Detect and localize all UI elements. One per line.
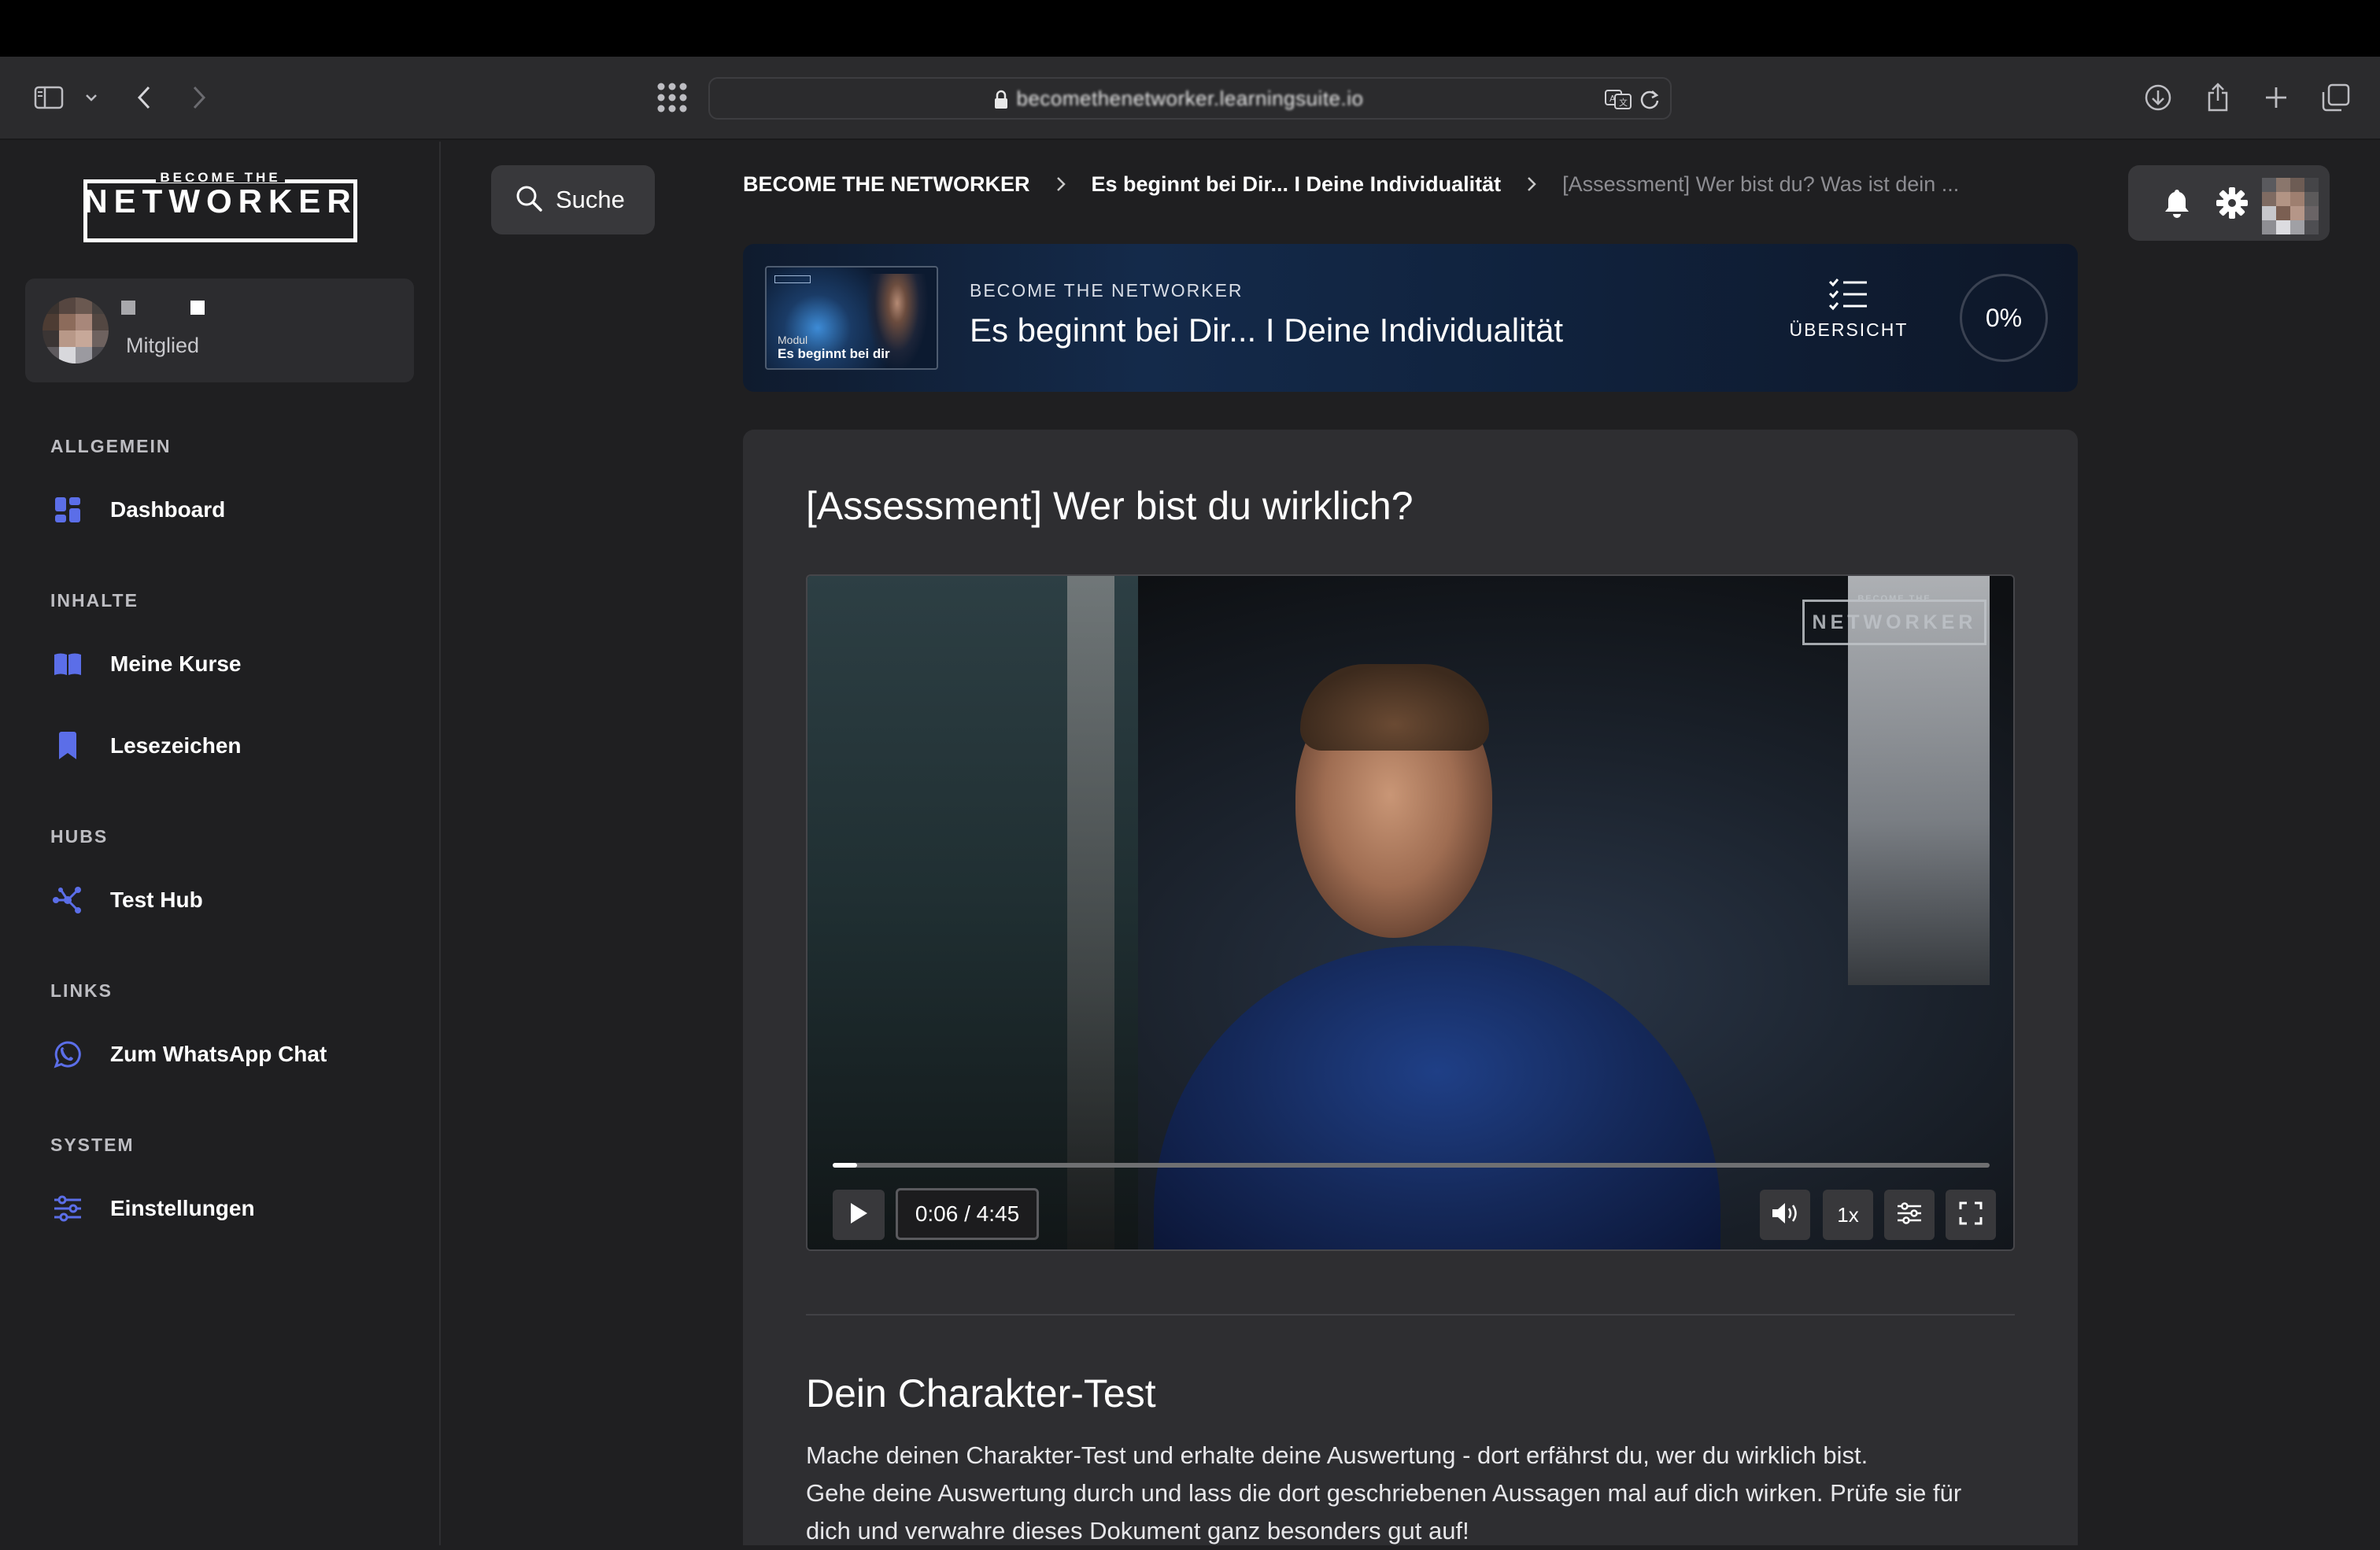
search-icon [515,184,543,216]
video-settings-button[interactable] [1884,1190,1935,1240]
sidebar-item-lesezeichen[interactable]: Lesezeichen [50,722,412,769]
nav-section-hubs: HUBS [50,826,109,847]
video-seek-bar[interactable] [833,1163,1990,1168]
course-thumbnail: Modul Es beginnt bei dir [765,266,938,370]
chevron-right-icon [1055,175,1066,193]
downloads-icon[interactable] [2141,74,2175,121]
course-banner[interactable]: Modul Es beginnt bei dir BECOME THE NETW… [743,244,2078,392]
playback-speed-label: 1x [1837,1202,1859,1227]
thumbnail-logo [774,275,811,283]
playback-speed-button[interactable]: 1x [1823,1190,1873,1240]
avatar [42,297,109,364]
volume-button[interactable] [1760,1190,1810,1240]
back-icon[interactable] [132,74,156,121]
user-role: Mitglied [126,334,200,357]
overview-label: ÜBERSICHT [1789,319,1909,340]
play-icon [848,1201,869,1229]
nav-section-allgemein: ALLGEMEIN [50,436,172,456]
user-name-redacted [121,301,205,315]
checklist-icon [1782,277,1916,312]
sliders-icon [50,1191,85,1226]
breadcrumb-module[interactable]: Es beginnt bei Dir... I Deine Individual… [1092,172,1502,197]
dashboard-icon [50,493,85,527]
breadcrumb-lesson: [Assessment] Wer bist du? Was ist dein .… [1562,172,1960,196]
reload-icon[interactable] [1639,88,1661,114]
search-button[interactable]: Suche [491,165,655,234]
sidebar-item-dashboard[interactable]: Dashboard [50,486,412,533]
sidebar-item-whatsapp[interactable]: Zum WhatsApp Chat [50,1031,412,1078]
thumbnail-kicker: Modul [778,334,808,346]
sidebar-item-meine-kurse[interactable]: Meine Kurse [50,640,412,688]
lesson-title: [Assessment] Wer bist du wirklich? [806,484,1414,528]
hub-icon [50,883,85,917]
nav-section-inhalte: INHALTE [50,590,139,611]
os-menu-bar [0,0,2380,57]
video-watermark-logo: BECOME THE NETWORKER [1802,594,1986,645]
bell-icon[interactable] [2163,187,2191,223]
brand-logo[interactable]: BECOME THE NETWORKER [83,170,357,242]
forward-icon[interactable] [187,74,211,121]
breadcrumb: BECOME THE NETWORKER Es beginnt bei Dir.… [743,168,1959,200]
user-card[interactable]: Mitglied [25,279,414,382]
section-title: Dein Charakter-Test [806,1371,1156,1415]
url-text: becomethenetworker.learningsuite.io [1016,87,1364,110]
paragraph-line: Mache deinen Charakter-Test und erhalte … [806,1441,1868,1469]
whatsapp-icon [50,1037,85,1072]
fullscreen-icon [1959,1201,1983,1229]
breadcrumb-course[interactable]: BECOME THE NETWORKER [743,172,1030,197]
nav-section-system: SYSTEM [50,1135,135,1155]
chevron-right-icon [1526,175,1537,193]
video-presenter [1154,946,1720,1249]
volume-icon [1770,1201,1800,1229]
video-time: 0:06 / 4:45 [896,1188,1039,1240]
book-icon [50,647,85,681]
tab-overview-icon[interactable] [655,74,689,121]
paragraph-line: dich und verwahre dieses Dokument ganz b… [806,1517,1469,1544]
profile-avatar[interactable] [2262,178,2319,234]
sidebar-item-label: Dashboard [110,497,226,522]
section-divider [806,1314,2015,1316]
sidebar-item-einstellungen[interactable]: Einstellungen [50,1185,412,1232]
sidebar-item-test-hub[interactable]: Test Hub [50,876,412,924]
sidebar-toggle-icon[interactable] [31,74,66,121]
svg-text:A: A [1609,94,1616,104]
lesson-card: [Assessment] Wer bist du wirklich? BECOM… [743,430,2078,1545]
nav-section-links: LINKS [50,980,113,1001]
gear-icon[interactable] [2215,186,2249,224]
course-title: Es beginnt bei Dir... I Deine Individual… [970,312,1564,349]
chevron-down-icon[interactable] [82,74,101,121]
sidebar-item-label: Einstellungen [110,1196,255,1220]
sidebar-item-label: Test Hub [110,888,203,912]
logo-main-text: NETWORKER [83,183,357,220]
sidebar-item-label: Zum WhatsApp Chat [110,1042,327,1066]
video-player[interactable]: BECOME THE NETWORKER 0:06 / 4:45 1x [806,574,2015,1251]
thumbnail-title: Es beginnt bei dir [778,346,890,361]
share-icon[interactable] [2202,74,2234,121]
search-label: Suche [556,186,625,213]
course-kicker: BECOME THE NETWORKER [970,280,1244,301]
bookmark-icon [50,729,85,763]
tabs-icon[interactable] [2319,74,2353,121]
video-seek-progress [833,1163,857,1168]
fullscreen-button[interactable] [1946,1190,1996,1240]
section-description: Mache deinen Charakter-Test und erhalte … [806,1437,2034,1550]
paragraph-line: Gehe deine Auswertung durch und lass die… [806,1479,1962,1507]
settings-sliders-icon [1896,1201,1923,1229]
sidebar-item-label: Lesezeichen [110,733,242,758]
address-bar[interactable]: becomethenetworker.learningsuite.io A文 [708,77,1672,120]
translate-icon[interactable]: A文 [1604,88,1632,114]
overview-button[interactable]: ÜBERSICHT [1782,277,1916,364]
new-tab-icon[interactable] [2260,74,2292,121]
play-button[interactable] [833,1190,885,1240]
sidebar-item-label: Meine Kurse [110,651,242,676]
svg-text:文: 文 [1619,97,1628,108]
browser-toolbar: becomethenetworker.learningsuite.io A文 [0,57,2380,140]
top-actions [2128,165,2330,241]
sidebar: BECOME THE NETWORKER Mitglied ALLGEMEIN … [0,142,441,1545]
progress-indicator: 0% [1960,274,2048,362]
